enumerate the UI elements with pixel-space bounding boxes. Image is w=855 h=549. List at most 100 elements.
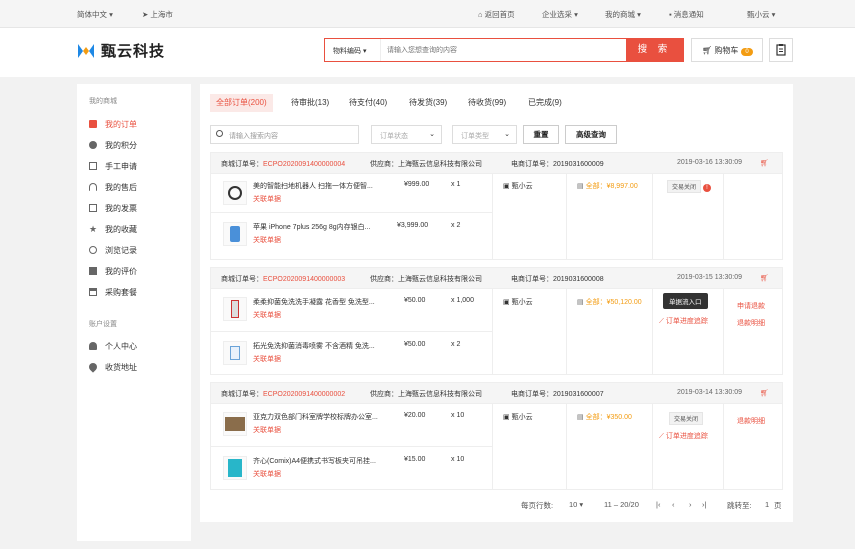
buyer-name: ▣ 甄小云 <box>503 183 533 190</box>
location-selector[interactable]: ➤ 上海市 <box>142 9 173 20</box>
product-image[interactable] <box>223 181 247 205</box>
cart-icon[interactable]: 🛒︎ <box>760 389 769 397</box>
product-name[interactable]: 柔柔抑菌免洗洗手凝露 花香型 免洗型... <box>253 297 378 307</box>
tab-pending-approval[interactable]: 待审批(13) <box>291 94 329 112</box>
sidebar-item-address[interactable]: 收货地址 <box>87 361 137 373</box>
product-qty: x 1,000 <box>451 297 474 304</box>
sidebar-item-reviews[interactable]: 我的评价 <box>89 265 137 277</box>
sidebar-item-label: 我的发票 <box>105 203 137 213</box>
order-type-select[interactable]: 订单类型 ⌄ <box>452 125 517 144</box>
user-icon: ▣ <box>503 299 510 306</box>
related-docs-link[interactable]: 关联单据 <box>253 310 281 320</box>
sidebar-item-manual-request[interactable]: 手工申请 <box>89 160 137 172</box>
sidebar-item-packages[interactable]: 采购套餐 <box>89 286 137 298</box>
product-qty: x 10 <box>451 456 465 463</box>
refund-details-link[interactable]: 退款明细 <box>737 416 765 426</box>
related-docs-link[interactable]: 关联单据 <box>253 194 281 204</box>
tab-completed[interactable]: 已完成(9) <box>528 94 562 112</box>
product-name[interactable]: 亚克力双色部门科室牌学校标牌办公室... <box>253 412 378 422</box>
sidebar-item-label: 我的积分 <box>105 140 137 150</box>
order-progress-link[interactable]: ⟋ 订单进度追踪 <box>659 316 708 326</box>
advanced-search-button[interactable]: 高级查询 <box>565 125 617 144</box>
next-page-button[interactable]: › <box>689 500 692 509</box>
refund-details-link[interactable]: 退款明细 <box>737 318 765 328</box>
product-qty: x 2 <box>451 341 461 348</box>
search-type-select[interactable]: 物料编码 ▾ <box>325 39 381 61</box>
header: 甄云科技 物料编码 ▾ 搜 索 🛒︎ 购物车0 <box>0 28 855 77</box>
product-image[interactable] <box>223 222 247 246</box>
sidebar-item-history[interactable]: 浏览记录 <box>89 244 137 256</box>
product-image[interactable] <box>223 456 247 480</box>
sidebar-section-title: 我的商城 <box>89 98 117 105</box>
search-bar: 物料编码 ▾ 搜 索 <box>324 38 684 62</box>
invoice-icon <box>89 204 97 212</box>
sidebar-item-favorites[interactable]: ★ 我的收藏 <box>89 223 137 235</box>
enterprise-menu[interactable]: 企业选采 ▾ <box>542 9 578 20</box>
sidebar-item-profile[interactable]: 个人中心 <box>89 340 137 352</box>
related-docs-link[interactable]: 关联单据 <box>253 354 281 364</box>
cart-icon[interactable]: 🛒︎ <box>760 274 769 282</box>
sidebar-item-orders[interactable]: 我的订单 <box>89 118 137 130</box>
order-number-link[interactable]: ECPO2020091400000002 <box>263 391 345 398</box>
info-icon[interactable]: ! <box>702 184 711 192</box>
order-status: 交易关闭 <box>669 412 704 425</box>
order-status-select[interactable]: 订单状态 ⌄ <box>371 125 442 144</box>
product-price: ¥3,999.00 <box>397 222 429 229</box>
user-icon: ▣ <box>503 414 510 421</box>
product-image[interactable] <box>223 412 247 436</box>
brand-logo[interactable]: 甄云科技 <box>77 40 165 61</box>
sidebar-item-label: 我的订单 <box>105 119 137 129</box>
language-selector[interactable]: 简体中文 ▾ <box>77 9 113 20</box>
prev-page-button[interactable]: ‹ <box>672 500 675 509</box>
product-price: ¥50.00 <box>404 297 426 304</box>
sidebar-item-after-sales[interactable]: 我的售后 <box>89 181 137 193</box>
product-name[interactable]: 齐心(Comix)A4便携式书写板夹可吊挂... <box>253 456 378 466</box>
related-docs-link[interactable]: 关联单据 <box>253 425 281 435</box>
points-icon <box>89 141 97 149</box>
tab-all-orders[interactable]: 全部订单(200) <box>210 94 273 112</box>
order-progress-link[interactable]: ⟋ 订单进度追踪 <box>659 431 708 441</box>
product-image[interactable] <box>223 341 247 365</box>
per-page-label: 每页行数: <box>521 501 554 510</box>
sidebar-item-invoice[interactable]: 我的发票 <box>89 202 137 214</box>
tab-pending-shipment[interactable]: 待发货(39) <box>409 94 447 112</box>
order-number-link[interactable]: ECPO2020091400000004 <box>263 161 345 168</box>
sidebar-item-label: 浏览记录 <box>105 245 137 255</box>
star-icon: ★ <box>89 224 98 234</box>
first-page-button[interactable]: |‹ <box>656 500 660 509</box>
cart-icon[interactable]: 🛒︎ <box>760 159 769 167</box>
product-name[interactable]: 拓光免洗抑菌消毒喷雾 不含酒精 免洗... <box>253 341 378 351</box>
reset-button[interactable]: 重置 <box>523 125 559 144</box>
last-page-button[interactable]: ›| <box>702 500 706 509</box>
tab-pending-receipt[interactable]: 待收货(99) <box>468 94 506 112</box>
clipboard-button[interactable] <box>769 38 793 62</box>
home-link[interactable]: ⌂ 返回首页 <box>478 9 515 20</box>
order-search-input[interactable]: 请输入搜索内容 <box>210 125 359 144</box>
page-input[interactable]: 1 <box>765 500 769 509</box>
order-number-link[interactable]: ECPO2020091400000003 <box>263 276 345 283</box>
notifications-link[interactable]: ▪ 消息通知 <box>669 9 704 20</box>
my-mall-menu[interactable]: 我的商城 ▾ <box>605 9 641 20</box>
order-header: 商城订单号：ECPO2020091400000002 供应商：上海甄云信息科技有… <box>211 383 782 404</box>
sidebar-item-label: 我的售后 <box>105 182 137 192</box>
user-menu[interactable]: 甄小云 ▾ <box>747 9 775 20</box>
search-icon <box>216 130 223 137</box>
product-name[interactable]: 苹果 iPhone 7plus 256g 8g内存银白... <box>253 222 378 232</box>
search-button[interactable]: 搜 索 <box>626 39 683 61</box>
related-docs-link[interactable]: 关联单据 <box>253 469 281 479</box>
sidebar-item-points[interactable]: 我的积分 <box>89 139 137 151</box>
trend-icon: ⟋ <box>659 318 664 325</box>
cart-button[interactable]: 🛒︎ 购物车 0 <box>691 38 763 62</box>
sidebar-item-label: 我的评价 <box>105 266 137 276</box>
tab-pending-payment[interactable]: 待支付(40) <box>349 94 387 112</box>
per-page-select[interactable]: 10 ▾ <box>569 500 583 509</box>
product-image[interactable] <box>223 297 247 321</box>
product-row: 柔柔抑菌免洗洗手凝露 花香型 免洗型... 关联单据 ¥50.00 x 1,00… <box>211 291 492 327</box>
chevron-down-icon: ⌄ <box>429 131 435 138</box>
product-name[interactable]: 美的智能扫地机器人 扫拖一体方便智... <box>253 181 378 191</box>
refund-request-link[interactable]: 申请退款 <box>737 301 765 311</box>
related-docs-link[interactable]: 关联单据 <box>253 235 281 245</box>
order-header: 商城订单号：ECPO2020091400000003 供应商：上海甄云信息科技有… <box>211 268 782 289</box>
product-row: 齐心(Comix)A4便携式书写板夹可吊挂... 关联单据 ¥15.00 x 1… <box>211 450 492 486</box>
search-input[interactable] <box>387 39 617 61</box>
